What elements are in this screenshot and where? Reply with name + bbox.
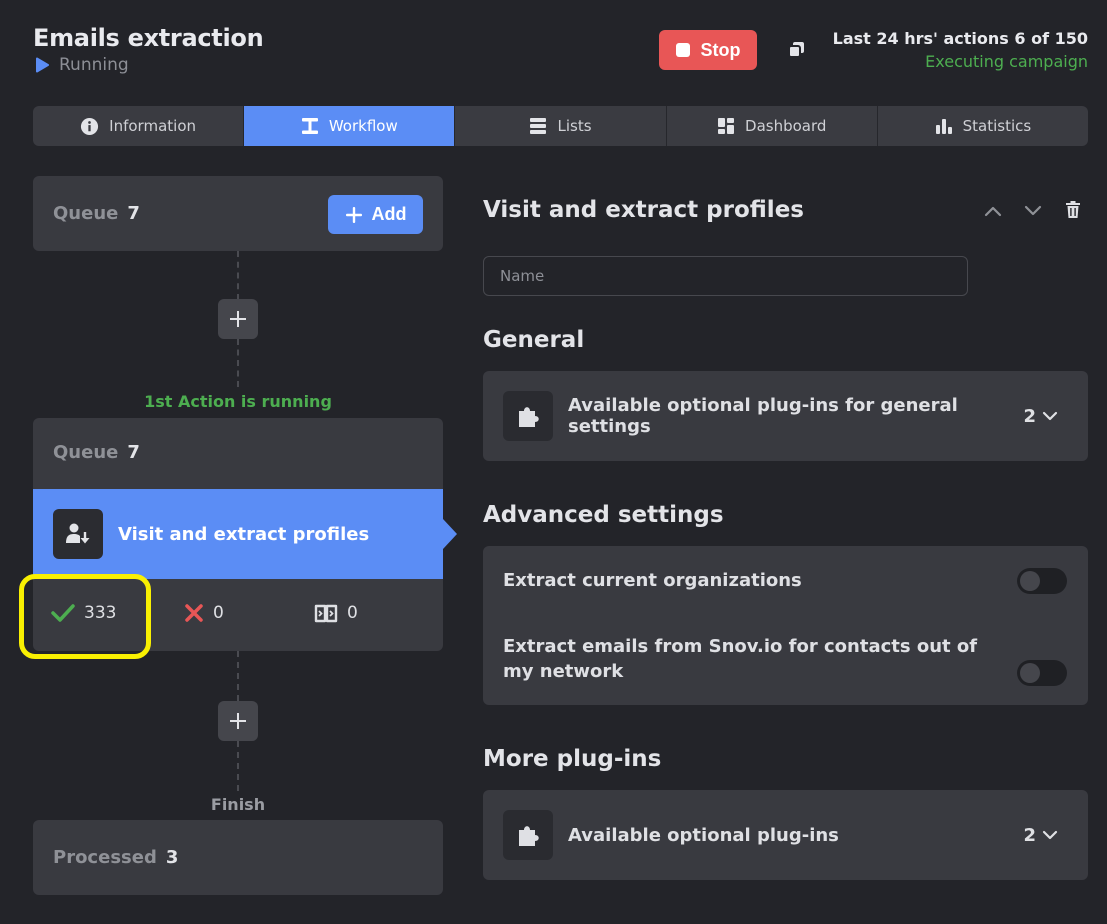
general-plugins-text: Available optional plug-ins for general … (568, 395, 958, 437)
skipped-count: 0 (347, 603, 358, 623)
action-title: Visit and extract profiles (118, 523, 370, 545)
more-plugins-title: More plug-ins (483, 746, 662, 772)
name-input[interactable] (483, 256, 968, 296)
plugin-icon-box (503, 810, 553, 860)
workflow-icon (301, 118, 318, 134)
more-plugins-count[interactable]: 2 (1023, 825, 1058, 846)
duplicate-icon[interactable] (787, 40, 807, 60)
skipped-stat[interactable]: 0 (314, 603, 358, 623)
connector-line (237, 339, 239, 387)
statistics-icon (935, 119, 952, 134)
dashboard-icon (718, 118, 735, 134)
stop-button[interactable]: Stop (659, 30, 757, 70)
setting-extract-organizations-label: Extract current organizations (503, 570, 802, 591)
more-plugins-card[interactable]: Available optional plug-ins 2 (483, 790, 1088, 880)
queue-label: Queue (53, 203, 119, 224)
plus-icon (230, 713, 246, 729)
more-plugins-text: Available optional plug-ins (568, 824, 839, 846)
tab-statistics[interactable]: Statistics (878, 106, 1088, 146)
tab-bar: Information Workflow Lists Dashboard Sta… (33, 106, 1088, 146)
puzzle-icon (519, 826, 539, 846)
toggle-extract-emails[interactable] (1017, 660, 1067, 686)
general-plugins-card[interactable]: Available optional plug-ins for general … (483, 371, 1088, 461)
actions-counter: Last 24 hrs' actions 6 of 150 (832, 29, 1088, 48)
advanced-settings-card: Extract current organizations Extract em… (483, 546, 1088, 705)
processed-card: Processed 3 (33, 820, 443, 895)
failed-count: 0 (213, 603, 224, 623)
chevron-down-icon (1042, 411, 1058, 421)
queue-count: 7 (127, 442, 140, 463)
insert-step-button[interactable] (218, 701, 258, 741)
tab-statistics-label: Statistics (962, 117, 1032, 135)
plus-icon (230, 311, 246, 327)
success-highlight (19, 574, 151, 659)
connector-line (237, 651, 239, 701)
tab-lists-label: Lists (557, 117, 592, 135)
puzzle-icon (519, 407, 539, 427)
action-pointer (443, 519, 457, 549)
tab-workflow-label: Workflow (328, 117, 398, 135)
cross-icon (185, 604, 203, 622)
failed-stat[interactable]: 0 (184, 603, 224, 623)
campaign-status: Running (35, 55, 129, 75)
tab-workflow[interactable]: Workflow (244, 106, 456, 146)
advanced-title: Advanced settings (483, 502, 724, 528)
chevron-down-icon (1042, 830, 1058, 840)
connector-line (237, 251, 239, 300)
chevron-down-icon[interactable] (1024, 204, 1042, 218)
action-step[interactable]: Visit and extract profiles (33, 489, 443, 579)
executing-status: Executing campaign (925, 52, 1088, 71)
skipped-icon (314, 604, 338, 623)
plus-icon (345, 206, 362, 223)
play-icon (36, 57, 49, 73)
info-icon (81, 117, 99, 135)
user-download-icon (66, 523, 90, 544)
general-title: General (483, 327, 585, 353)
action-icon-box (53, 509, 103, 559)
processed-count: 3 (165, 847, 179, 868)
chevron-up-icon[interactable] (984, 204, 1002, 218)
action-queue: Queue 7 (53, 442, 140, 463)
toggle-extract-organizations[interactable] (1017, 568, 1067, 594)
tab-dashboard-label: Dashboard (745, 117, 827, 135)
stop-label: Stop (700, 39, 741, 60)
tab-dashboard[interactable]: Dashboard (667, 106, 878, 146)
plugin-icon-box (503, 391, 553, 441)
plugin-count-value: 2 (1023, 824, 1036, 846)
setting-extract-emails-label: Extract emails from Snov.io for contacts… (503, 636, 978, 682)
tab-lists[interactable]: Lists (455, 106, 667, 146)
tab-information-label: Information (109, 117, 197, 135)
tab-information[interactable]: Information (33, 106, 245, 146)
add-button[interactable]: Add (328, 195, 423, 234)
processed-label: Processed (53, 847, 157, 868)
stop-icon (675, 43, 690, 57)
general-plugins-count[interactable]: 2 (1023, 406, 1058, 427)
status-label: Running (59, 55, 129, 75)
plugin-count-value: 2 (1023, 405, 1036, 427)
running-status: 1st Action is running (144, 392, 332, 411)
finish-label: Finish (210, 795, 266, 814)
add-label: Add (371, 204, 407, 224)
trash-icon[interactable] (1065, 201, 1081, 219)
panel-title: Visit and extract profiles (483, 197, 804, 223)
queue-label: Queue (53, 442, 119, 463)
insert-step-button[interactable] (218, 299, 258, 339)
campaign-title: Emails extraction (33, 24, 264, 52)
connector-line (237, 741, 239, 791)
list-icon (530, 118, 547, 134)
queue-count: 7 (127, 203, 140, 224)
